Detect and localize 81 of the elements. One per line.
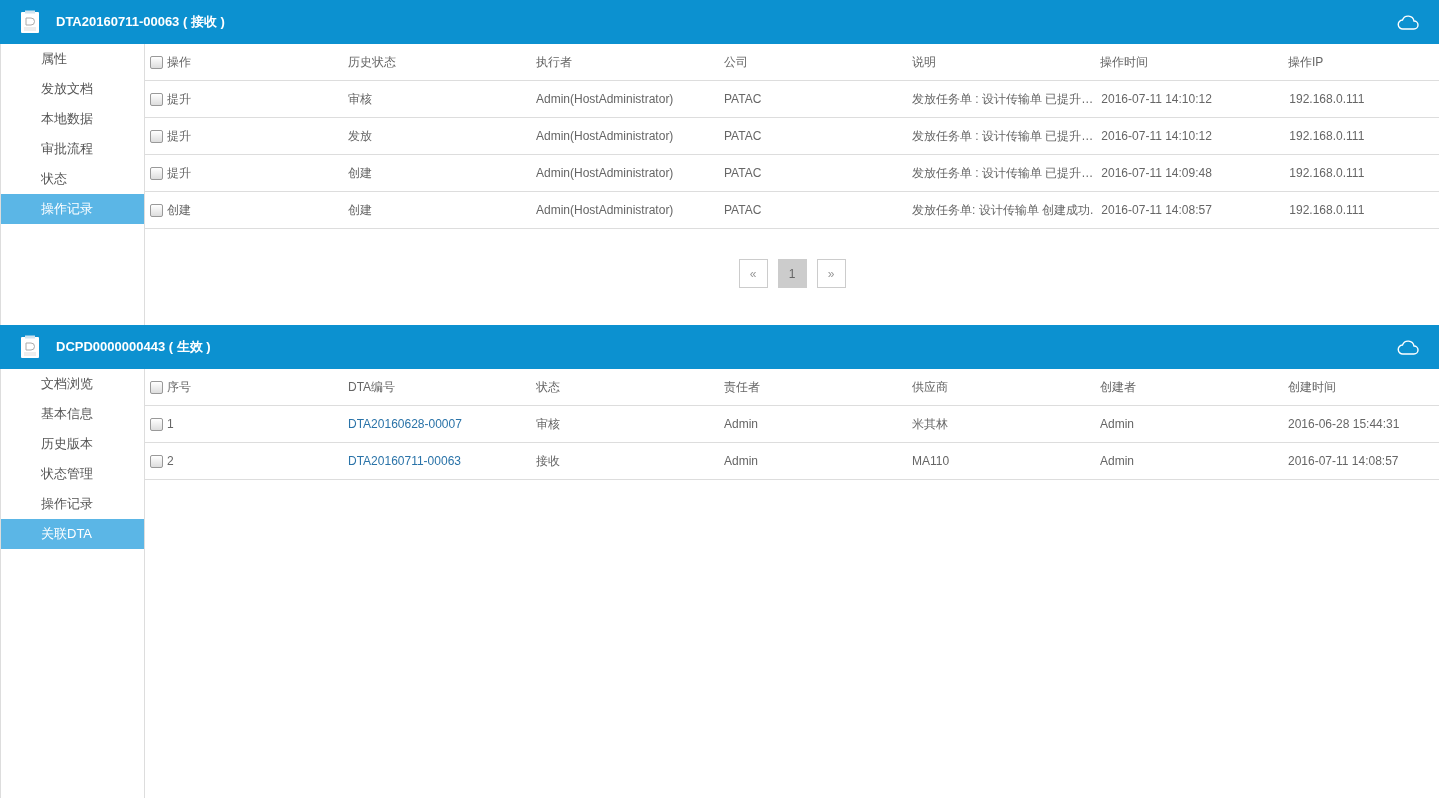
table-cell: 审核: [348, 90, 372, 108]
table-cell: Admin: [724, 417, 758, 431]
column-header: 历史状态: [348, 53, 396, 71]
table-cell: 提升: [167, 90, 191, 108]
column-header: 操作IP: [1288, 53, 1324, 71]
table-cell: 创建: [348, 164, 372, 182]
column-header: 创建者: [1100, 378, 1136, 396]
table-cell: 2016-07-11 14:09:48: [1101, 166, 1212, 180]
document-icon: [20, 10, 40, 34]
table-cell: 发放任务单: 设计传输单 创建成功.: [912, 201, 1094, 219]
table-cell: 2016-07-11 14:10:12: [1101, 92, 1212, 106]
table-cell: 米其林: [912, 415, 948, 433]
sidebar-item[interactable]: 审批流程: [1, 134, 144, 164]
table-cell: Admin(HostAdministrator): [536, 166, 674, 180]
checkbox[interactable]: [150, 92, 163, 106]
column-header: 供应商: [912, 378, 948, 396]
sidebar-item[interactable]: 发放文档: [1, 74, 144, 104]
sidebar-item[interactable]: 历史版本: [1, 429, 144, 459]
page-button[interactable]: 1: [777, 259, 807, 288]
sidebar-item[interactable]: 文档浏览: [1, 369, 144, 399]
table-cell: 审核: [536, 415, 560, 433]
checkbox[interactable]: [150, 454, 163, 468]
sidebar-item[interactable]: 状态: [1, 164, 144, 194]
checkbox[interactable]: [150, 380, 163, 394]
table-cell: Admin: [1100, 417, 1134, 431]
panel-title: DCPD0000000443 ( 生效 ): [56, 338, 212, 356]
column-header: 公司: [724, 53, 748, 71]
checkbox[interactable]: [150, 55, 163, 69]
table-cell: MA110: [912, 454, 950, 468]
table-cell: Admin(HostAdministrator): [536, 129, 674, 143]
table-cell: Admin: [1100, 454, 1134, 468]
column-header: 操作: [167, 53, 191, 71]
table-cell: 192.168.0.111: [1289, 203, 1365, 217]
column-header: 创建时间: [1288, 378, 1336, 396]
table-cell: 2: [167, 454, 174, 468]
table-cell: PATAC: [724, 92, 762, 106]
table-cell: Admin(HostAdministrator): [536, 203, 674, 217]
table-cell: 发放任务单 : 设计传输单 已提升…: [912, 164, 1094, 182]
table-cell: 1: [167, 417, 174, 431]
table-cell: 192.168.0.111: [1289, 92, 1365, 106]
table-cell: 创建: [348, 201, 372, 219]
dta-link[interactable]: DTA20160628-00007: [348, 417, 462, 431]
sidebar-item[interactable]: 本地数据: [1, 104, 144, 134]
table-cell: PATAC: [724, 129, 762, 143]
table-cell: Admin(HostAdministrator): [536, 92, 674, 106]
table-cell: 2016-07-11 14:10:12: [1101, 129, 1212, 143]
table-cell: 192.168.0.111: [1289, 166, 1365, 180]
table-cell: 提升: [167, 127, 191, 145]
column-header: 责任者: [724, 378, 760, 396]
table-cell: PATAC: [724, 166, 762, 180]
table-cell: 2016-07-11 14:08:57: [1288, 454, 1399, 468]
table-cell: PATAC: [724, 203, 762, 217]
column-header: 说明: [912, 53, 936, 71]
sidebar-item[interactable]: 操作记录: [1, 489, 144, 519]
panel-title: DTA20160711-00063 ( 接收 ): [56, 13, 226, 31]
cloud-icon[interactable]: [1397, 14, 1419, 30]
dta-link[interactable]: DTA20160711-00063: [348, 454, 461, 468]
table-cell: 发放任务单 : 设计传输单 已提升…: [912, 90, 1094, 108]
checkbox[interactable]: [150, 129, 163, 143]
sidebar-item[interactable]: 属性: [1, 44, 144, 74]
table-cell: 2016-07-11 14:08:57: [1101, 203, 1212, 217]
document-icon: [20, 335, 40, 359]
table-cell: 发放任务单 : 设计传输单 已提升…: [912, 127, 1094, 145]
checkbox[interactable]: [150, 203, 163, 217]
checkbox[interactable]: [150, 417, 163, 431]
table-cell: 192.168.0.111: [1289, 129, 1365, 143]
table-cell: 接收: [536, 452, 560, 470]
sidebar-item[interactable]: 基本信息: [1, 399, 144, 429]
column-header: 序号: [167, 378, 191, 396]
table-cell: 发放: [348, 127, 372, 145]
cloud-icon[interactable]: [1397, 339, 1419, 355]
checkbox[interactable]: [150, 166, 163, 180]
table-cell: 创建: [167, 201, 191, 219]
sidebar-item[interactable]: 状态管理: [1, 459, 144, 489]
column-header: 执行者: [536, 53, 572, 71]
table-cell: Admin: [724, 454, 758, 468]
column-header: 状态: [536, 378, 560, 396]
table-cell: 提升: [167, 164, 191, 182]
column-header: 操作时间: [1100, 53, 1148, 71]
column-header: DTA编号: [348, 378, 396, 396]
table-cell: 2016-06-28 15:44:31: [1288, 417, 1400, 431]
